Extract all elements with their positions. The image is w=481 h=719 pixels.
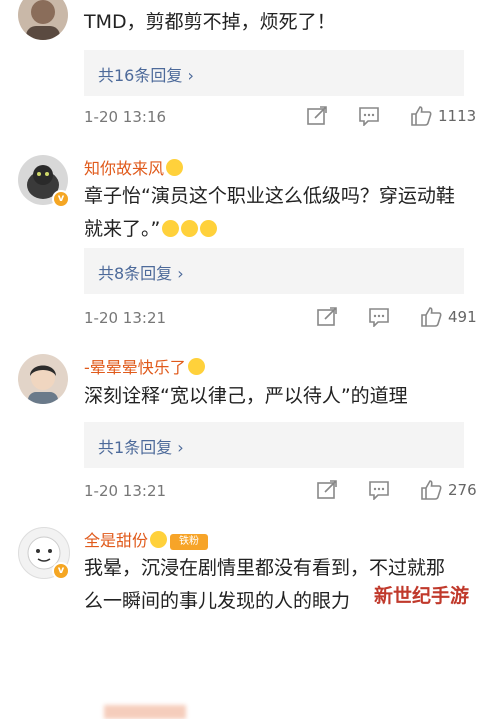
username[interactable]: 全是甜份 铁粉 [84,527,209,551]
comment-icon[interactable] [358,106,380,126]
verified-badge-icon: v [52,190,70,208]
cry-emoji-icon [181,220,199,237]
username[interactable]: 知你故来风 [84,155,184,179]
comment-text-line: TMD，剪都剪不掉，烦死了！ [84,11,336,33]
reply-box[interactable]: 共1条回复 › [84,422,464,468]
reply-count-link[interactable]: 共16条回复 › [98,62,194,86]
like-count: 276 [448,481,477,499]
like-icon[interactable] [410,106,432,126]
fan-level-badge: 铁粉 [170,534,209,550]
comment-text-line: 章子怡“演员这个职业这么低级吗？穿运动鞋 [84,185,455,207]
reply-count-link[interactable]: 共8条回复 › [98,260,184,284]
share-icon[interactable] [316,480,338,500]
like-count: 1113 [438,107,477,125]
share-icon[interactable] [316,307,338,327]
like-icon[interactable] [420,307,442,327]
watermark: 新世纪手游 [373,585,469,607]
reply-box[interactable]: 共16条回复 › [84,50,464,96]
fan-emoji-icon [187,358,205,375]
avatar[interactable] [18,354,68,404]
comment-text-line: 深刻诠释“宽以律己，严以待人”的道理 [84,385,408,407]
comment-time: 1-20 13:21 [84,482,167,500]
reply-count-link[interactable]: 共1条回复 › [98,434,184,458]
username-mosaic [104,705,186,719]
comment-icon[interactable] [368,307,390,327]
fan-emoji-icon [150,531,168,548]
verified-badge-icon: v [52,562,70,580]
like-count: 491 [448,308,477,326]
like-icon[interactable] [420,480,442,500]
username-text[interactable]: -晕晕晕快乐了 [84,358,186,377]
cry-emoji-icon [200,220,218,237]
comment-text-line: 就来了。” [84,218,161,240]
username[interactable]: -晕晕晕快乐了 [84,354,205,378]
comment-time: 1-20 13:16 [84,108,167,126]
share-icon[interactable] [306,106,328,126]
comment-icon[interactable] [368,480,390,500]
username-text[interactable]: 知你故来风 [84,159,164,178]
username-text[interactable]: 全是甜份 [84,531,148,550]
fan-emoji-icon [166,159,184,176]
comment-text: 章子怡“演员这个职业这么低级吗？穿运动鞋 就来了。” [84,180,463,246]
cry-emoji-icon [162,220,180,237]
avatar[interactable] [18,0,68,40]
comment-time: 1-20 13:21 [84,309,167,327]
reply-box[interactable]: 共8条回复 › [84,248,464,294]
comment-text-line-2: 就来了。” [84,213,463,246]
